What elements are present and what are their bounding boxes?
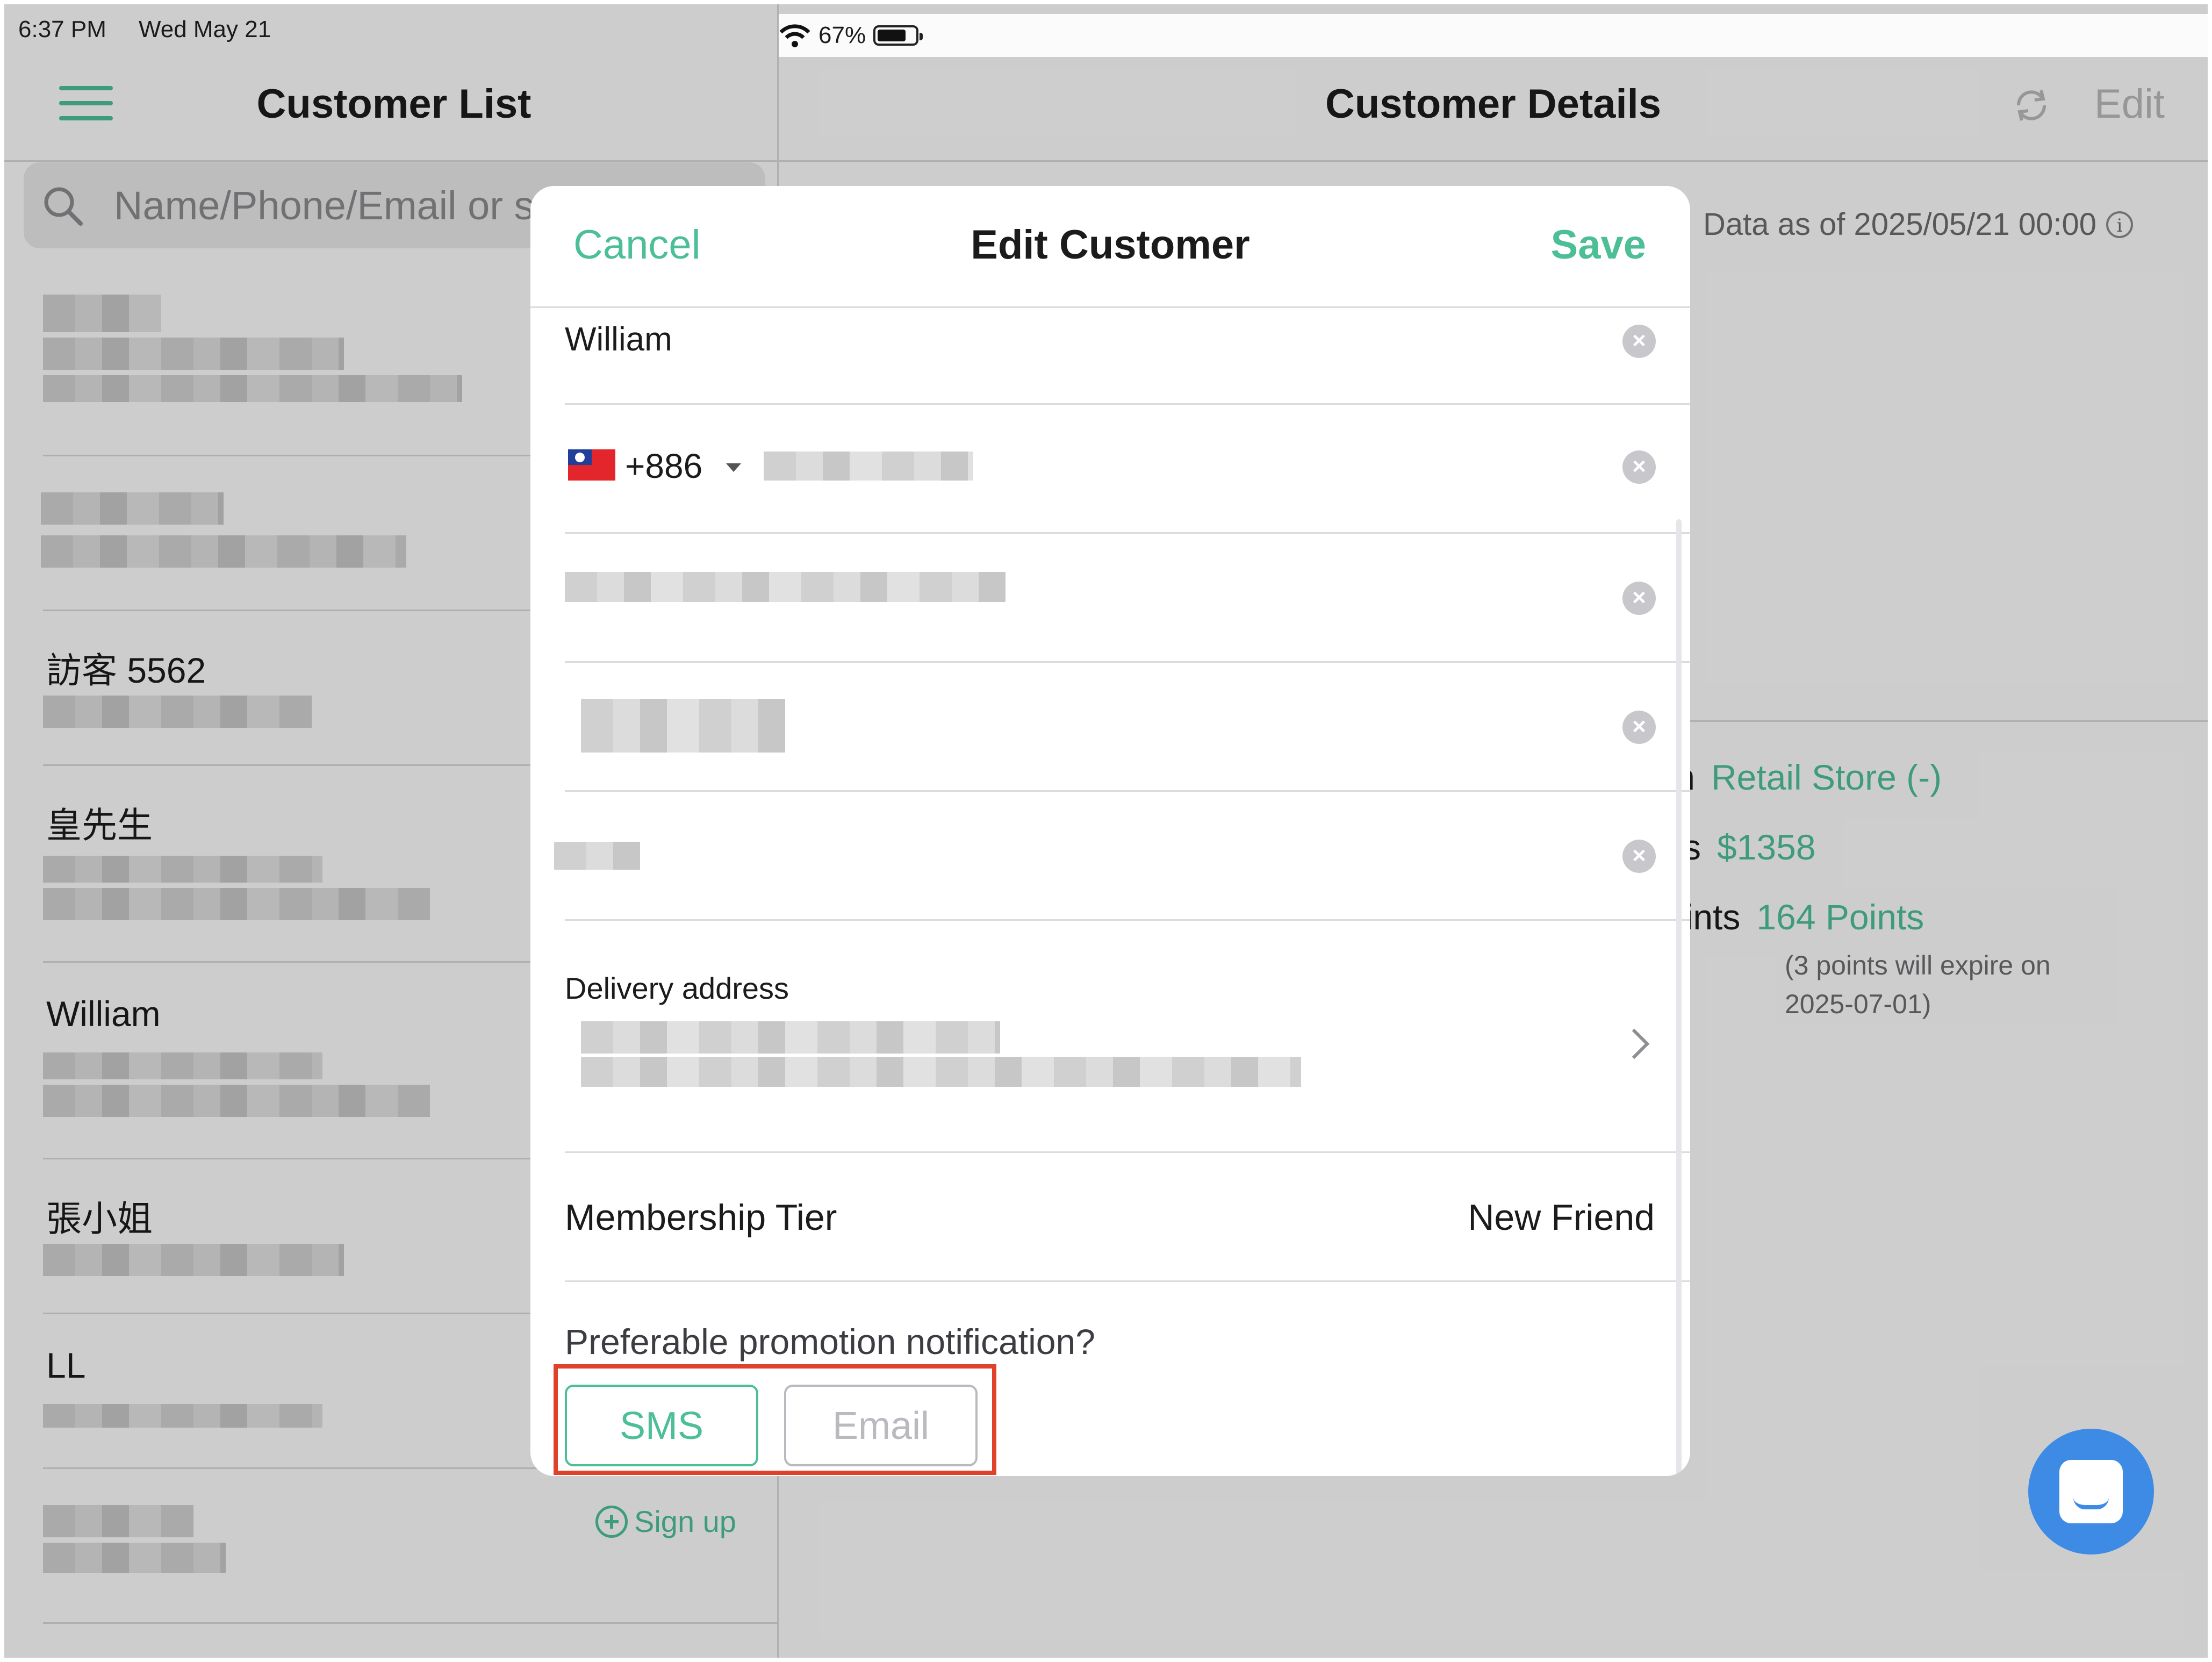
phone-field[interactable]: +886 × [565, 403, 1690, 534]
promo-question: Preferable promotion notification? [565, 1322, 1095, 1362]
membership-tier-value[interactable]: New Friend [1468, 1197, 1655, 1238]
country-code[interactable]: +886 [625, 446, 702, 486]
battery-icon [873, 25, 923, 46]
clear-icon[interactable]: × [1622, 711, 1656, 744]
name-value[interactable]: William [565, 320, 672, 359]
save-button[interactable]: Save [1551, 221, 1647, 268]
modal-scrollbar[interactable] [1676, 519, 1682, 1476]
delivery-address-label: Delivery address [565, 971, 789, 1005]
battery-percent: 67% [818, 22, 866, 48]
status-time: 6:37 PM [18, 16, 106, 42]
status-date: Wed May 21 [139, 16, 271, 42]
membership-tier-label: Membership Tier [565, 1197, 837, 1238]
wifi-icon [779, 24, 810, 47]
membership-tier-row[interactable]: Membership Tier New Friend [565, 1151, 1690, 1282]
chat-icon[interactable] [2028, 1429, 2154, 1554]
clear-icon[interactable]: × [1622, 840, 1656, 873]
email-field[interactable]: × [565, 532, 1690, 663]
delivery-address-row[interactable]: Delivery address [565, 919, 1690, 1153]
birthday-field[interactable]: × [565, 661, 1690, 792]
caret-down-icon[interactable] [726, 463, 741, 472]
taiwan-flag-icon[interactable] [568, 449, 615, 481]
gender-field[interactable]: × [554, 790, 1690, 921]
modal-title: Edit Customer [971, 222, 1250, 268]
clear-icon[interactable]: × [1622, 325, 1656, 358]
highlight-box [554, 1364, 996, 1475]
clear-icon[interactable]: × [1622, 450, 1656, 484]
modal-header: Cancel Edit Customer Save [530, 186, 1690, 308]
name-field[interactable]: William × [565, 306, 1690, 405]
edit-customer-modal: Cancel Edit Customer Save William × +886… [530, 186, 1690, 1476]
ipad-screen: Customer List Name/Phone/Email or sc 訪客 … [4, 4, 2208, 1658]
status-bar: 6:37 PM Wed May 21 67% [4, 4, 2208, 57]
clear-icon[interactable]: × [1622, 582, 1656, 615]
chevron-right-icon[interactable] [1619, 1028, 1650, 1059]
